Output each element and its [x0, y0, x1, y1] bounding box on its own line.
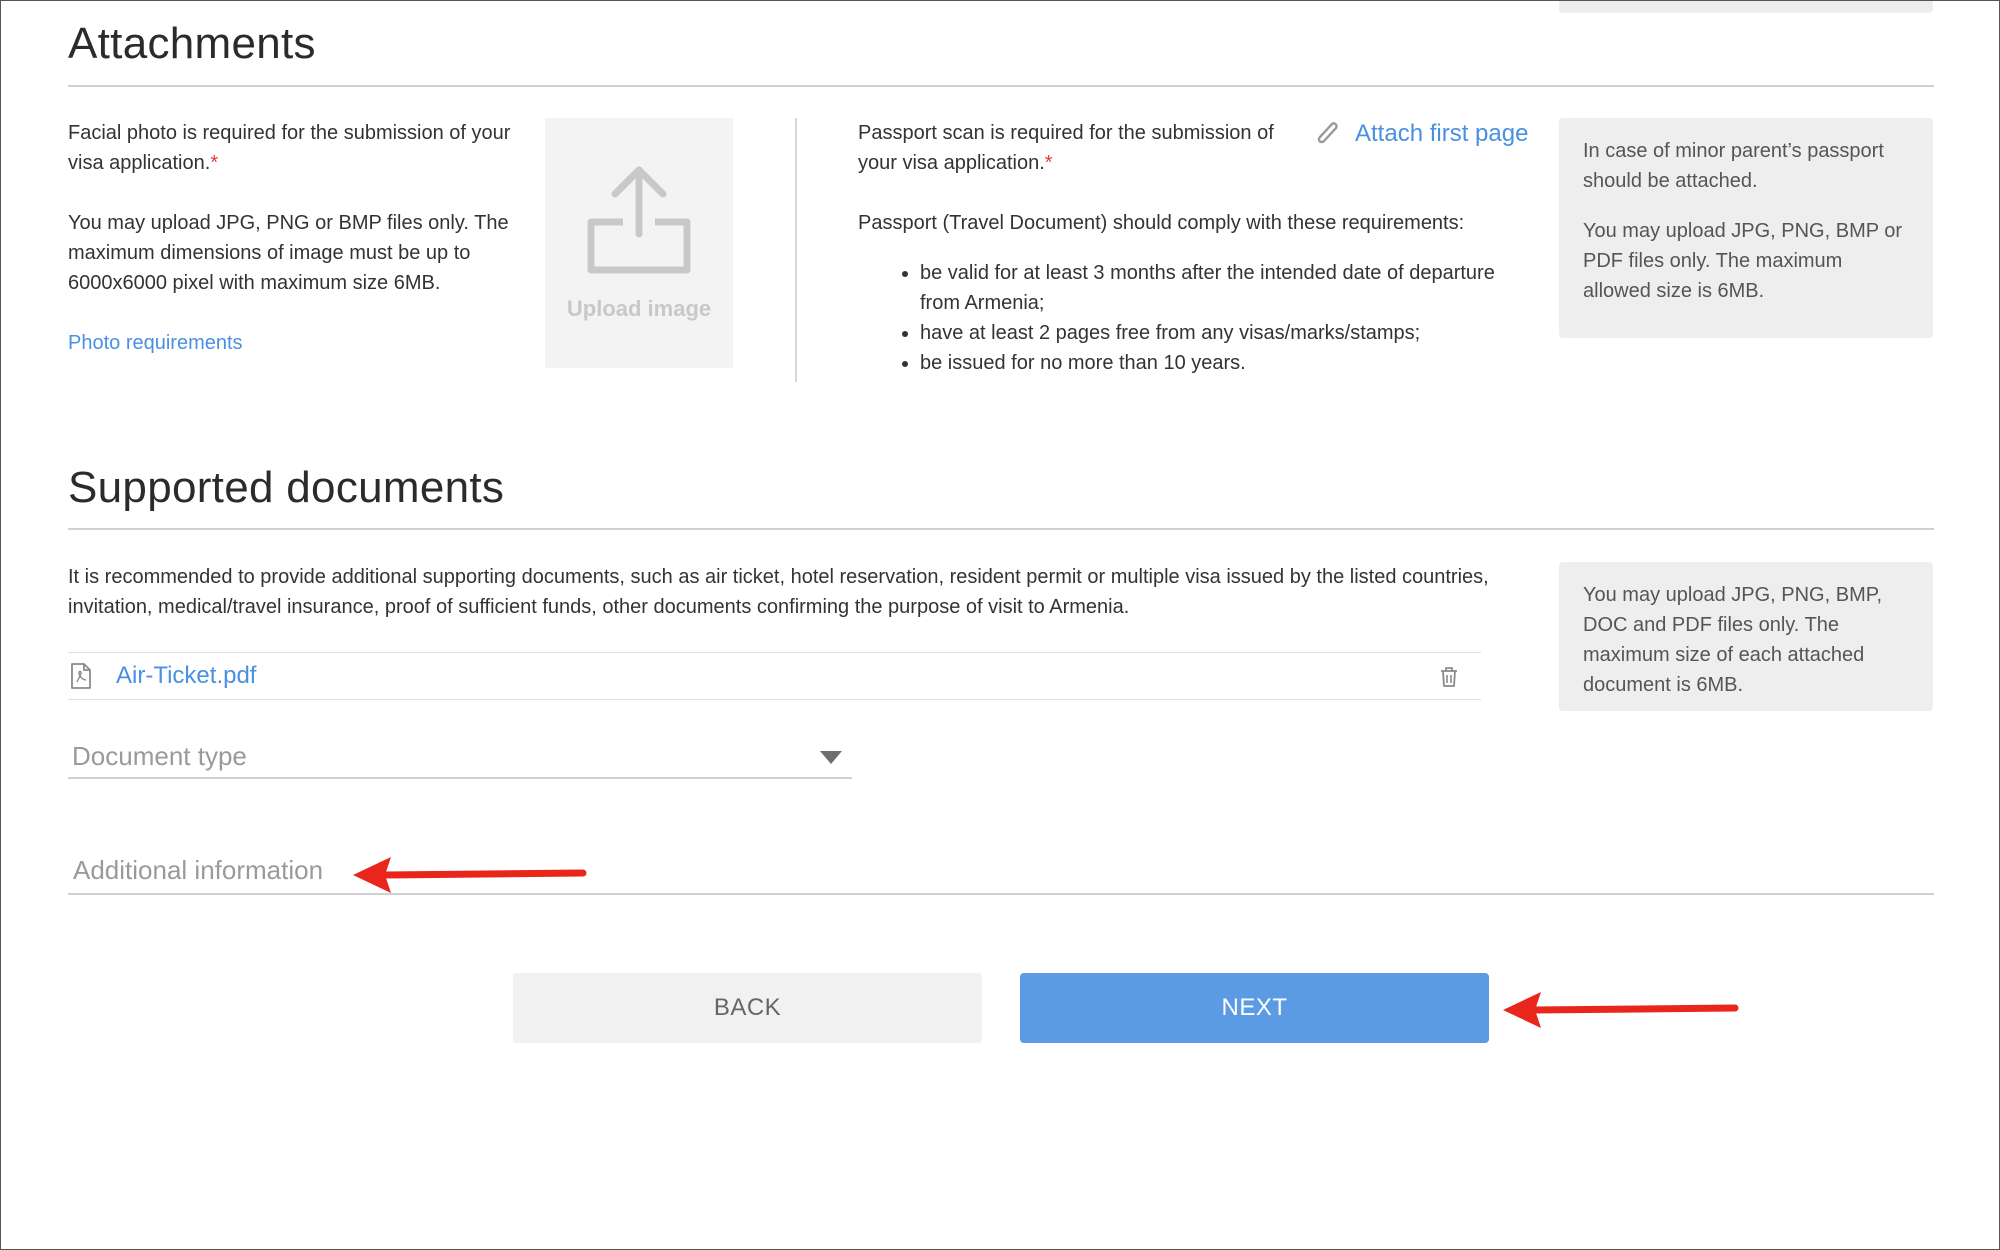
supported-documents-description: It is recommended to provide additional …	[68, 566, 1489, 618]
photo-required-text: Facial photo is required for the submiss…	[68, 118, 528, 178]
document-type-placeholder: Document type	[72, 741, 247, 771]
passport-requirements-list: be valid for at least 3 months after the…	[858, 258, 1528, 378]
attach-first-page-link[interactable]: Attach first page	[1315, 119, 1528, 149]
supported-formats-note: You may upload JPG, PNG, BMP, DOC and PD…	[1583, 584, 1883, 696]
passport-requirement-item: be issued for no more than 10 years.	[920, 348, 1528, 378]
passport-requirement-item: be valid for at least 3 months after the…	[920, 258, 1528, 318]
passport-requirement-item: have at least 2 pages free from any visa…	[920, 318, 1528, 348]
pdf-file-icon	[71, 663, 91, 689]
required-asterisk: *	[1044, 152, 1053, 174]
supported-documents-title: Supported documents	[68, 463, 505, 512]
photo-required-message: Facial photo is required for the submiss…	[68, 122, 511, 174]
upload-icon	[587, 166, 691, 274]
upload-image-label: Upload image	[566, 296, 712, 321]
passport-comply-text: Passport (Travel Document) should comply…	[858, 212, 1465, 234]
partial-panel-top	[1559, 1, 1933, 13]
attachments-title: Attachments	[68, 19, 316, 68]
supported-info-panel: You may upload JPG, PNG, BMP, DOC and PD…	[1559, 562, 1933, 711]
trash-icon[interactable]	[1439, 666, 1459, 688]
minor-passport-note: In case of minor parent’s passport shoul…	[1583, 140, 1884, 192]
additional-information-placeholder: Additional information	[73, 855, 324, 885]
passport-formats-note: You may upload JPG, PNG, BMP or PDF file…	[1583, 220, 1903, 302]
additional-information-input[interactable]: Additional information	[68, 853, 1934, 895]
annotation-arrow-icon	[353, 857, 587, 893]
attachments-divider	[68, 85, 1934, 87]
passport-info-panel: In case of minor parent’s passport shoul…	[1559, 118, 1933, 338]
column-divider	[795, 118, 797, 382]
attached-file-row: Air-Ticket.pdf	[68, 652, 1481, 700]
upload-image-button[interactable]: Upload image	[545, 118, 733, 368]
attached-file-name[interactable]: Air-Ticket.pdf	[116, 662, 256, 690]
attach-first-page-label: Attach first page	[1355, 120, 1529, 147]
back-button[interactable]: BACK	[513, 973, 982, 1043]
photo-requirements-link[interactable]: Photo requirements	[68, 328, 243, 358]
next-button[interactable]: NEXT	[1020, 973, 1489, 1043]
caret-down-icon	[820, 751, 842, 764]
supported-documents-divider	[68, 528, 1934, 530]
photo-formats-text: You may upload JPG, PNG or BMP files onl…	[68, 212, 509, 294]
document-type-select[interactable]: Document type	[68, 737, 852, 779]
required-asterisk: *	[210, 152, 219, 174]
annotation-arrow-icon	[1503, 992, 1739, 1028]
passport-required-message: Passport scan is required for the submis…	[858, 122, 1274, 174]
passport-required-text: Passport scan is required for the submis…	[858, 118, 1298, 178]
paperclip-icon	[1317, 122, 1338, 144]
